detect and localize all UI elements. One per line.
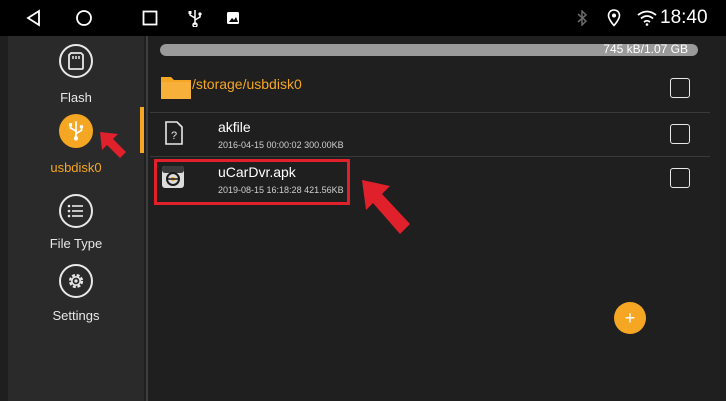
home-icon[interactable] [72,0,96,36]
svg-text:?: ? [171,130,177,142]
sidebar-divider [146,36,148,401]
storage-usage-text: 745 kB/1.07 GB [603,42,688,56]
location-icon [604,0,624,36]
file-row-ucardvr-apk[interactable]: uCarDvr.apk 2019-08-15 16:18:28 421.56KB [150,156,726,202]
file-meta: 2016-04-15 00:00:02 300.00KB [218,140,344,150]
recents-icon[interactable] [138,0,162,36]
current-path: /storage/usbdisk0 [192,76,302,92]
sidebar-item-label: File Type [49,236,103,251]
unknown-file-icon: ? [165,121,183,145]
file-checkbox[interactable] [670,168,690,188]
usb-icon [183,0,207,36]
path-checkbox[interactable] [670,78,690,98]
apk-file-icon [162,166,184,188]
sidebar-item-label: usbdisk0 [50,160,102,175]
file-name: akfile [218,119,251,135]
sidebar-item-label: Settings [52,308,100,323]
sidebar: Flash usbdisk0 File Type Settings [8,36,144,401]
flash-storage-icon [59,44,93,78]
bluetooth-icon [572,0,592,36]
file-meta: 2019-08-15 16:18:28 421.56KB [218,185,344,195]
clock: 18:40 [660,7,708,28]
gear-icon [59,264,93,298]
folder-icon [161,77,191,99]
sidebar-item-flash[interactable]: Flash [8,40,144,110]
file-name: uCarDvr.apk [218,164,296,180]
usb-icon [59,114,93,148]
sidebar-item-usbdisk0[interactable]: usbdisk0 [8,110,144,180]
file-checkbox[interactable] [670,124,690,144]
status-bar: 18:40 [0,0,726,36]
wifi-icon [636,0,658,36]
file-row-akfile[interactable]: ? akfile 2016-04-15 00:00:02 300.00KB [150,112,726,156]
add-button[interactable]: + [614,302,646,334]
image-icon [221,0,245,36]
list-icon [59,194,93,228]
current-path-row[interactable]: /storage/usbdisk0 [150,62,726,112]
active-indicator [140,107,144,153]
back-icon[interactable] [22,0,46,36]
sidebar-item-settings[interactable]: Settings [8,260,144,330]
sidebar-item-file-type[interactable]: File Type [8,190,144,260]
sidebar-item-label: Flash [60,90,92,105]
